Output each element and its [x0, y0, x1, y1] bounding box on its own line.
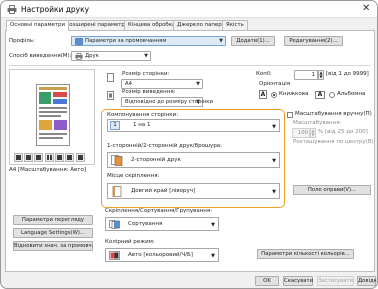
binding-icon — [112, 186, 122, 197]
copies-value: 1 — [311, 72, 315, 78]
manual-scaling-label: Масштабування вручну(П) — [295, 111, 372, 117]
chevron-down-icon: ▼ — [196, 81, 200, 87]
binding-value: Довгий край [ліворуч] — [131, 188, 196, 194]
duplex-value: 2-сторонній друк — [131, 157, 181, 163]
collate-icon — [109, 220, 120, 229]
tab-paper-source[interactable]: Джерело паперу — [173, 20, 229, 30]
output-size-icon — [107, 91, 114, 100]
printer-icon — [75, 53, 83, 60]
binding-label: Місце скріплення: — [107, 173, 160, 179]
duplex-select[interactable]: 2-сторонній друк ▼ — [107, 152, 280, 168]
add-profile-button[interactable]: Додати(1)... — [231, 36, 275, 46]
tab-basic[interactable]: Основні параметри — [6, 20, 69, 31]
color-count-button[interactable]: Параметри кількості кольорів... — [257, 249, 354, 259]
divider — [9, 65, 371, 66]
profile-select[interactable]: Параметри за промовчанням ▼ — [71, 36, 226, 46]
chevron-down-icon: ▼ — [196, 99, 200, 105]
color-mode-icon — [109, 251, 120, 260]
page-thumbnail-icon — [36, 84, 70, 146]
scaling-range: % [від 25 до 200] — [318, 129, 368, 135]
output-method-value: Друк — [85, 53, 99, 59]
tab-quality[interactable]: Якість — [222, 20, 248, 30]
copies-label: Копії: — [256, 71, 272, 77]
landscape-radio[interactable] — [329, 92, 335, 98]
layout-value: 1 на 1 — [133, 122, 151, 128]
tab-advanced[interactable]: Розширені параметри — [62, 20, 133, 30]
chevron-down-icon: ▼ — [272, 124, 276, 130]
apply-button[interactable]: Застосувати — [317, 276, 354, 286]
chevron-down-icon: ▼ — [219, 38, 223, 44]
binding-select[interactable]: Довгий край [ліворуч] ▼ — [107, 183, 280, 199]
preview-toolbar — [14, 153, 88, 162]
edit-profile-button[interactable]: Редагування(2)... — [284, 36, 343, 46]
profile-label: Профіль: — [9, 38, 35, 44]
copies-range: [від 1 до 9999] — [326, 71, 369, 77]
color-mode-select[interactable]: Авто [кольоровий/Ч/Б] ▼ — [105, 248, 219, 262]
page-size-value: A4 — [125, 81, 132, 87]
scaling-input[interactable]: 100 — [292, 128, 310, 138]
color-mode-label: Колірний режим: — [105, 239, 155, 245]
close-icon[interactable]: ✕ — [362, 3, 370, 15]
chevron-down-icon: ▼ — [144, 53, 148, 59]
output-method-label: Спосіб виведення(M): — [9, 53, 72, 59]
portrait-icon: A — [259, 90, 267, 99]
scaling-value: 100 — [297, 130, 308, 136]
center-position-label: Розташування по центру(В) — [293, 139, 374, 145]
view-settings-button[interactable]: Параметри перегляду — [13, 215, 93, 225]
ok-button[interactable]: OK — [255, 276, 279, 286]
orientation-label: Орієнтація — [259, 81, 291, 87]
output-size-select[interactable]: Відповідно до розміру сторінки ▼ — [121, 97, 213, 107]
landscape-label: Альбомна — [337, 91, 366, 97]
page-size-select[interactable]: A4 ▼ — [121, 79, 203, 89]
profile-icon — [75, 38, 83, 45]
cancel-button[interactable]: Скасувати — [283, 276, 313, 286]
copies-input[interactable]: 1 — [294, 70, 318, 80]
stapling-select[interactable]: Сортування ▼ — [105, 217, 219, 231]
help-button[interactable]: Довідка — [357, 276, 377, 286]
scaling-sub-label: Масштабування: — [293, 120, 342, 126]
stapling-label: Скріплення/Сортування/Групування: — [105, 208, 213, 214]
duplex-icon — [111, 155, 123, 166]
portrait-radio[interactable] — [271, 92, 277, 98]
layout-select[interactable]: 1 1 на 1 ▼ — [107, 119, 280, 132]
gutter-button[interactable]: Поле оправи(V)... — [293, 185, 371, 195]
output-size-label: Розмір виведення: — [122, 89, 176, 95]
print-settings-window: Настройки друку ✕ Основні параметри Розш… — [0, 0, 378, 289]
tab-finishing[interactable]: Кінцева обробка — [124, 20, 180, 30]
preview-caption: A4 [Масштабування: Авто] — [9, 167, 86, 173]
chevron-down-icon: ▼ — [272, 189, 276, 195]
page-size-label: Розмір сторінки: — [122, 71, 170, 77]
chevron-down-icon: ▼ — [272, 158, 276, 164]
chevron-down-icon: ▼ — [211, 222, 215, 228]
portrait-label: Книжкова — [279, 91, 309, 97]
printer-icon — [7, 5, 17, 14]
profile-value: Параметри за промовчанням — [85, 38, 167, 44]
layout-icons[interactable] — [14, 153, 88, 162]
layout-icon: 1 — [110, 121, 120, 130]
page-preview — [9, 69, 95, 165]
language-settings-button[interactable]: Language Settings(W)... — [13, 228, 93, 238]
title-bar: Настройки друку ✕ — [1, 1, 377, 18]
landscape-icon: A — [315, 91, 325, 99]
copies-stepper[interactable]: ▲ ▼ — [318, 70, 324, 80]
duplex-label: 1-сторонній/2-сторонній друк/брошура: — [107, 143, 223, 149]
window-title: Настройки друку — [21, 5, 90, 14]
restore-defaults-button[interactable]: Відновити знач. за промовч. — [13, 241, 93, 251]
stapling-value: Сортування — [128, 221, 163, 227]
scaling-stepper[interactable]: ▲ ▼ — [310, 128, 316, 138]
page-size-icon — [107, 73, 114, 82]
manual-scaling-checkbox[interactable] — [287, 112, 293, 118]
layout-label: Компонування сторінки: — [107, 112, 179, 118]
output-method-select[interactable]: Друк ▼ — [71, 51, 151, 61]
chevron-down-icon: ▼ — [211, 253, 215, 259]
color-mode-value: Авто [кольоровий/Ч/Б] — [128, 252, 193, 258]
